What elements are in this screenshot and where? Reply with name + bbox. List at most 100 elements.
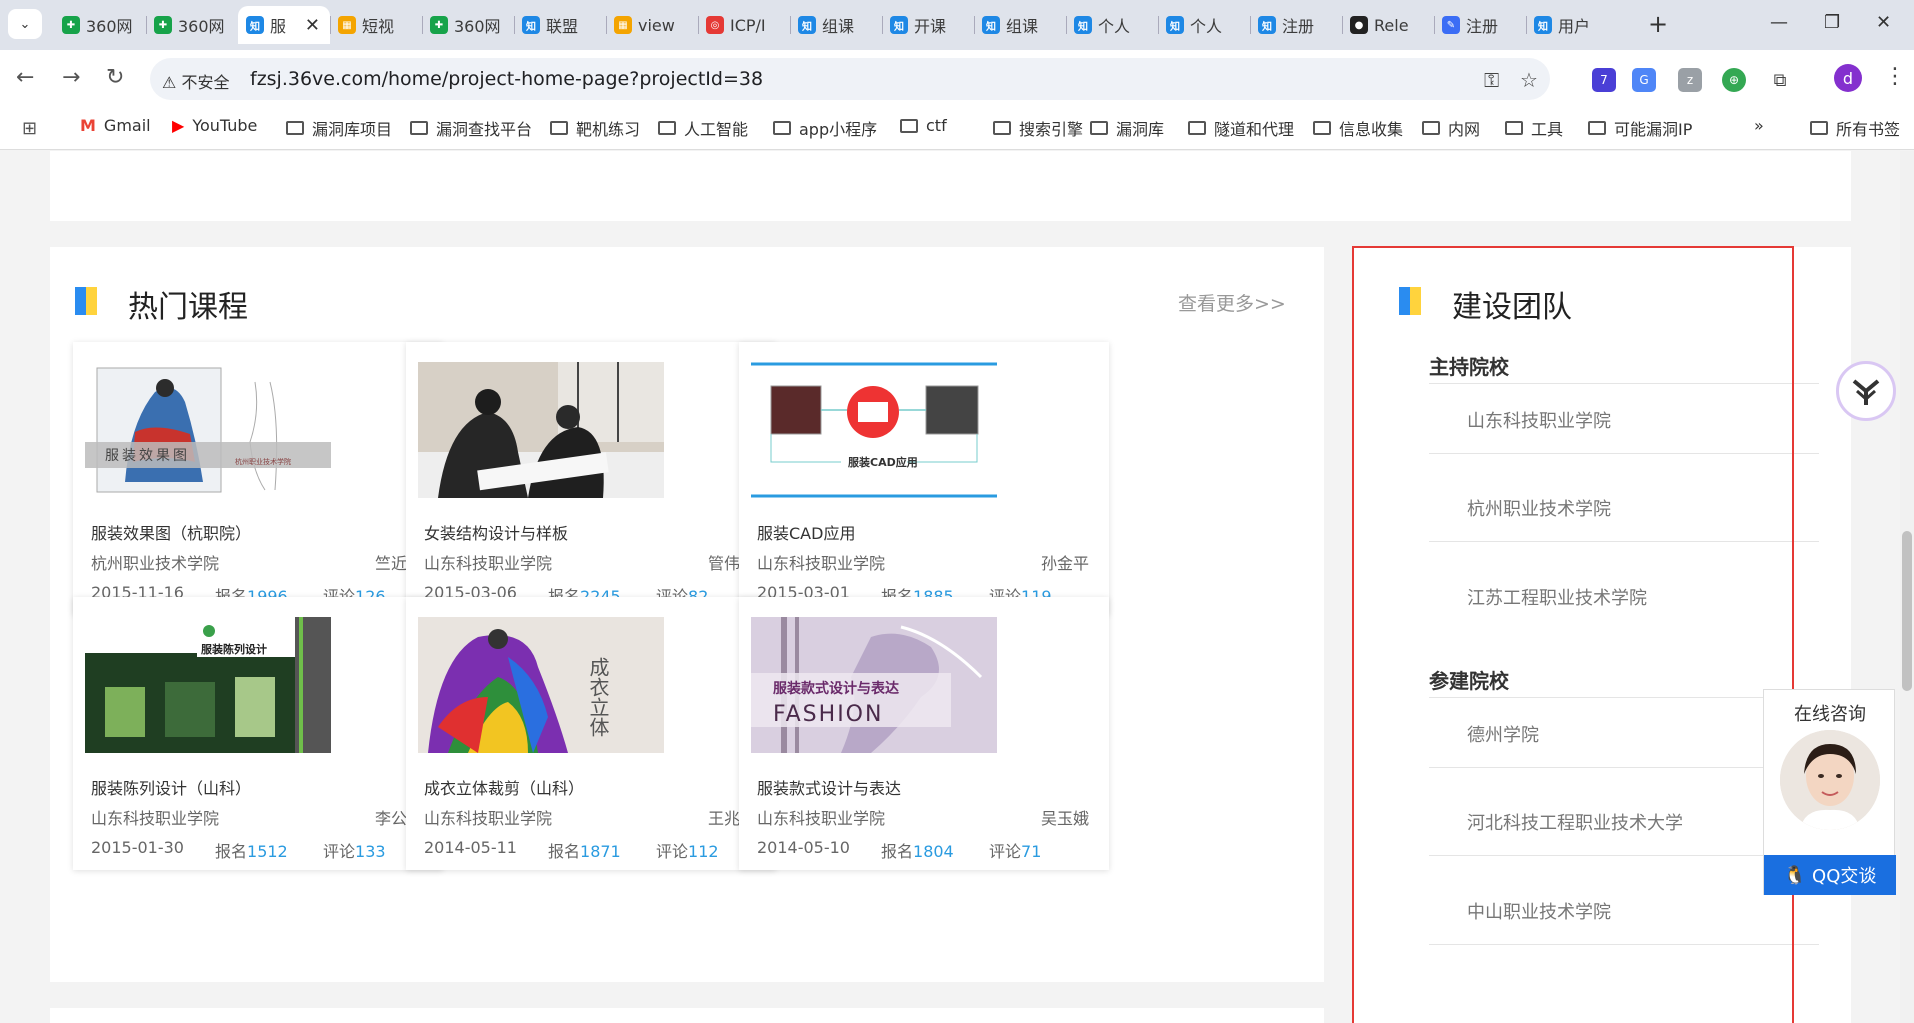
tab-close-icon[interactable]: ✕ bbox=[305, 15, 320, 36]
scrollbar-thumb[interactable] bbox=[1902, 531, 1912, 691]
browser-tab[interactable]: 知开课 bbox=[882, 6, 974, 44]
host-school-link[interactable]: 杭州职业技术学院 bbox=[1467, 495, 1611, 521]
course-title[interactable]: 服装效果图（杭职院） bbox=[91, 520, 251, 544]
course-enroll-count: 报名1871 bbox=[548, 838, 621, 862]
course-thumbnail[interactable] bbox=[418, 362, 664, 498]
security-indicator[interactable]: ⚠ 不安全 bbox=[162, 69, 229, 93]
tab-label: 用户 bbox=[1558, 17, 1591, 36]
qq-icon: 🐧 bbox=[1783, 864, 1807, 886]
section-marker-icon bbox=[1399, 287, 1421, 315]
course-card[interactable]: 服装陈列设计 服装陈列设计（山科） 山东科技职业学院 李公科 2015-01-30 报名1… bbox=[73, 597, 443, 870]
qq-chat-button[interactable]: 🐧 QQ交谈 bbox=[1764, 855, 1896, 895]
bookmark-item[interactable]: M Gmail bbox=[80, 116, 151, 135]
view-more-link[interactable]: 查看更多>> bbox=[1178, 289, 1286, 316]
bookmark-item[interactable]: 漏洞查找平台 bbox=[410, 116, 532, 140]
bookmark-item[interactable]: 人工智能 bbox=[658, 116, 748, 140]
consult-title: 在线咨询 bbox=[1794, 704, 1866, 725]
folder-icon bbox=[410, 121, 428, 135]
bookmark-item[interactable]: 信息收集 bbox=[1313, 116, 1403, 140]
course-thumbnail[interactable]: 服装款式设计与表达 FASHION bbox=[751, 617, 997, 753]
bookmark-item[interactable]: 漏洞库项目 bbox=[286, 116, 392, 140]
course-school: 杭州职业技术学院 bbox=[91, 554, 220, 573]
browser-tab[interactable]: ✚ 360网 bbox=[146, 6, 238, 44]
tab-label: 个人 bbox=[1190, 17, 1223, 36]
browser-tab[interactable]: 知注册 bbox=[1250, 6, 1342, 44]
profile-avatar[interactable]: d bbox=[1834, 64, 1862, 92]
bookmark-item[interactable]: 漏洞库 bbox=[1090, 116, 1164, 140]
apps-grid-icon[interactable]: ⊞ bbox=[22, 118, 37, 139]
omnibox[interactable]: ⚠ 不安全 fzsj.36ve.com/home/project-home-pa… bbox=[150, 58, 1550, 100]
gmail-icon: M bbox=[80, 116, 96, 135]
participant-school-link[interactable]: 德州学院 bbox=[1467, 721, 1539, 747]
bookmark-item[interactable]: ctf bbox=[900, 116, 947, 135]
xiezip-icon[interactable]: z bbox=[1678, 68, 1702, 92]
browser-tab[interactable]: ✚ 360网 bbox=[54, 6, 146, 44]
bookmark-item[interactable]: 搜索引擎 bbox=[993, 116, 1083, 140]
reload-icon[interactable]: ↻ bbox=[106, 66, 124, 90]
course-title[interactable]: 服装陈列设计（山科） bbox=[91, 775, 251, 799]
course-card[interactable]: 女装结构设计与样板山东科技职业学院管伟丽2015-03-06报名2245评论82 bbox=[406, 342, 776, 615]
course-card[interactable]: 服装CAD应用服装CAD应用山东科技职业学院孙金平2015-03-01报名188… bbox=[739, 342, 1109, 615]
participant-school-link[interactable]: 河北科技工程职业技术大学 bbox=[1467, 809, 1683, 835]
bookmark-item[interactable]: 内网 bbox=[1422, 116, 1480, 140]
course-card[interactable]: 服装款式设计与表达 FASHION 服装款式设计与表达 山东科技职业学院 吴玉娥 2014… bbox=[739, 597, 1109, 870]
bookmarks-bar: ⊞ M Gmail ▶ YouTube 漏洞库项目 漏洞查找平台 靶机练习 人工智能 app小程… bbox=[0, 108, 1914, 150]
course-school: 山东科技职业学院 bbox=[424, 809, 553, 828]
bookmark-item[interactable]: 工具 bbox=[1505, 116, 1563, 140]
tab-search-button[interactable]: ⌄ bbox=[8, 9, 42, 39]
browser-tab[interactable]: 知服 ✕ bbox=[238, 6, 330, 44]
minimize-icon[interactable]: — bbox=[1770, 12, 1788, 33]
browser-tab[interactable]: 知个人 bbox=[1066, 6, 1158, 44]
forward-icon[interactable]: → bbox=[62, 66, 80, 90]
divider bbox=[1429, 383, 1819, 384]
browser-tab[interactable]: 知个人 bbox=[1158, 6, 1250, 44]
bookmark-item[interactable]: app小程序 bbox=[773, 116, 877, 140]
browser-tab[interactable]: ◎ ICP/I bbox=[698, 6, 790, 44]
browser-tab[interactable]: ▦ view bbox=[606, 6, 698, 44]
browser-tab[interactable]: ✎ 注册 bbox=[1434, 6, 1526, 44]
bookmarks-overflow-icon[interactable]: » bbox=[1754, 116, 1764, 135]
star-icon[interactable]: ☆ bbox=[1520, 68, 1538, 92]
browser-tab[interactable]: 知联盟 bbox=[514, 6, 606, 44]
restore-icon[interactable]: ❐ bbox=[1824, 12, 1840, 33]
browser-tab[interactable]: 知组课 bbox=[790, 6, 882, 44]
course-title[interactable]: 成衣立体裁剪（山科） bbox=[424, 775, 584, 799]
browser-tab[interactable]: ✚ 360网 bbox=[422, 6, 514, 44]
all-bookmarks[interactable]: 所有书签 bbox=[1810, 116, 1900, 140]
course-card[interactable]: 服装效果图 杭州职业技术学院 服装效果图（杭职院） 杭州职业技术学院 竺近珠 2015-1… bbox=[73, 342, 443, 615]
key-icon[interactable]: ⚿ bbox=[1484, 68, 1499, 92]
course-card[interactable]: 成衣立体 成衣立体裁剪（山科） 山东科技职业学院 王兆红 2014-05-11 报名187… bbox=[406, 597, 776, 870]
host-school-link[interactable]: 江苏工程职业技术学院 bbox=[1467, 584, 1647, 610]
course-thumbnail[interactable]: 成衣立体 bbox=[418, 617, 664, 753]
bookmark-item[interactable]: 可能漏洞IP bbox=[1588, 116, 1692, 140]
browser-tab[interactable]: 知用户 bbox=[1526, 6, 1618, 44]
course-comment-count: 评论112 bbox=[656, 838, 719, 862]
participant-school-link[interactable]: 中山职业技术学院 bbox=[1467, 898, 1611, 924]
bookmark-item[interactable]: 隧道和代理 bbox=[1188, 116, 1294, 140]
new-tab-button[interactable]: + bbox=[1648, 12, 1668, 36]
browser-tab[interactable]: 知组课 bbox=[974, 6, 1066, 44]
course-thumbnail[interactable]: 服装CAD应用 bbox=[751, 362, 997, 498]
course-title[interactable]: 服装CAD应用 bbox=[757, 520, 855, 544]
browser-tab[interactable]: ● Rele bbox=[1342, 6, 1434, 44]
course-thumbnail[interactable]: 服装效果图 杭州职业技术学院 bbox=[85, 362, 331, 498]
comment-label: 评论 bbox=[989, 842, 1022, 861]
top-panel bbox=[50, 151, 1851, 221]
url-text[interactable]: fzsj.36ve.com/home/project-home-page?pro… bbox=[250, 68, 763, 90]
menu-kebab-icon[interactable]: ⋮ bbox=[1884, 64, 1906, 89]
bookmark-item[interactable]: ▶ YouTube bbox=[172, 116, 257, 135]
back-icon[interactable]: ← bbox=[16, 66, 34, 90]
comment-label: 评论 bbox=[323, 842, 356, 861]
proxy-icon[interactable]: ⊕ bbox=[1722, 68, 1746, 92]
extension-icon[interactable]: 7 bbox=[1592, 68, 1616, 92]
course-thumbnail[interactable]: 服装陈列设计 bbox=[85, 617, 331, 753]
course-title[interactable]: 女装结构设计与样板 bbox=[424, 520, 568, 544]
course-title[interactable]: 服装款式设计与表达 bbox=[757, 775, 901, 799]
host-school-link[interactable]: 山东科技职业学院 bbox=[1467, 407, 1611, 433]
assistant-widget[interactable] bbox=[1836, 361, 1896, 421]
close-window-icon[interactable]: ✕ bbox=[1876, 12, 1891, 33]
browser-tab[interactable]: ▦ 短视 bbox=[330, 6, 422, 44]
translate-icon[interactable]: G bbox=[1632, 68, 1656, 92]
bookmark-item[interactable]: 靶机练习 bbox=[550, 116, 640, 140]
puzzle-icon[interactable]: ⧉ bbox=[1768, 68, 1792, 92]
